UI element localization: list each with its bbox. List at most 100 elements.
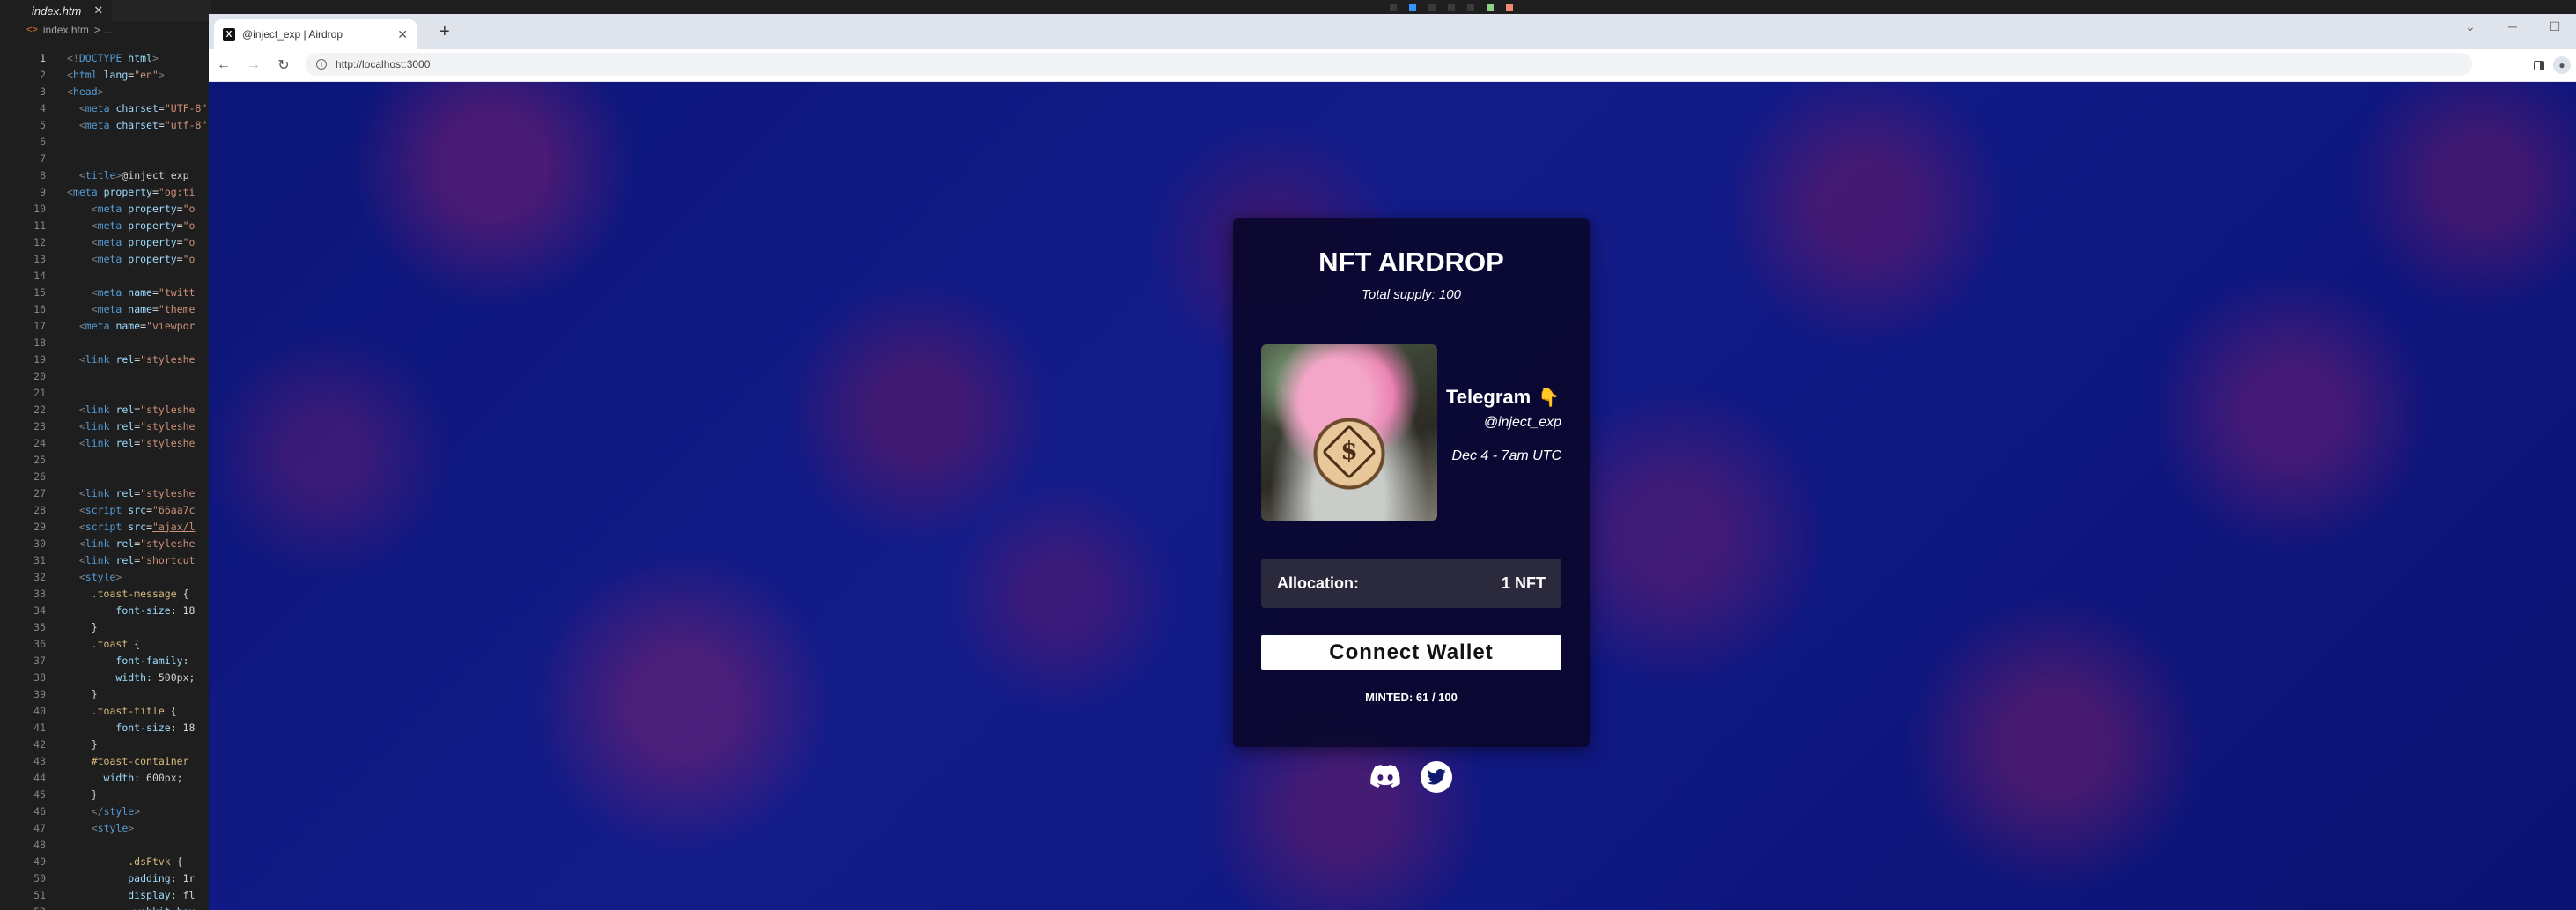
code-line[interactable]: 16 <meta name="theme bbox=[0, 300, 211, 317]
code-text: <style> bbox=[91, 821, 135, 834]
connect-wallet-button[interactable]: Connect Wallet bbox=[1261, 635, 1561, 670]
line-number: 45 bbox=[33, 788, 46, 801]
code-line[interactable]: 50 padding: 1r bbox=[0, 869, 211, 886]
code-line[interactable]: 20 bbox=[0, 367, 211, 384]
code-line[interactable]: 13 <meta property="o bbox=[0, 250, 211, 267]
step-over-icon[interactable] bbox=[1428, 3, 1436, 11]
close-icon[interactable]: ✕ bbox=[93, 4, 103, 18]
code-line[interactable]: 29 <script src="ajax/l bbox=[0, 518, 211, 535]
code-line[interactable]: 12 <meta property="o bbox=[0, 233, 211, 250]
favicon-icon: X bbox=[223, 28, 235, 41]
code-line[interactable]: 47 <style> bbox=[0, 819, 211, 836]
maximize-button[interactable]: ☐ bbox=[2534, 14, 2576, 42]
line-number: 19 bbox=[33, 352, 46, 366]
code-line[interactable]: 4 <meta charset="UTF-8" bbox=[0, 100, 211, 116]
code-line[interactable]: 43 #toast-container bbox=[0, 752, 211, 769]
code-line[interactable]: 40 .toast-title { bbox=[0, 702, 211, 719]
code-editor: index.htm ✕ <> index.htm > ... 1 <!DOCTYP… bbox=[0, 0, 211, 910]
stop-icon[interactable] bbox=[1506, 3, 1513, 11]
forward-button[interactable]: → bbox=[239, 57, 269, 73]
allocation-value: 1 NFT bbox=[1501, 573, 1546, 592]
code-line[interactable]: 26 bbox=[0, 468, 211, 485]
page-content: NFT AIRDROP Total supply: 100 $ Telegram… bbox=[209, 82, 2576, 910]
code-line[interactable]: 15 <meta name="twitt bbox=[0, 284, 211, 300]
minted-count: MINTED: 61 / 100 bbox=[1365, 691, 1458, 704]
code-line[interactable]: 27 <link rel="styleshe bbox=[0, 485, 211, 501]
code-line[interactable]: 3 <head> bbox=[0, 83, 211, 100]
code-line[interactable]: 44 width: 600px; bbox=[0, 769, 211, 786]
code-line[interactable]: 2 <html lang="en"> bbox=[0, 66, 211, 83]
code-line[interactable]: 25 bbox=[0, 451, 211, 468]
restart-icon[interactable] bbox=[1487, 3, 1494, 11]
line-number: 28 bbox=[33, 503, 46, 516]
code-line[interactable]: 11 <meta property="o bbox=[0, 217, 211, 233]
code-line[interactable]: 8 <title>@inject_exp bbox=[0, 166, 211, 183]
code-line[interactable]: 39 } bbox=[0, 685, 211, 702]
chevron-down-icon[interactable]: ⌄ bbox=[2449, 14, 2491, 42]
code-line[interactable]: 48 bbox=[0, 836, 211, 853]
code-line[interactable]: 31 <link rel="shortcut bbox=[0, 551, 211, 568]
code-line[interactable]: 1 <!DOCTYPE html> bbox=[0, 49, 211, 66]
code-line[interactable]: 17 <meta name="viewpor bbox=[0, 317, 211, 334]
breadcrumb-file[interactable]: index.htm bbox=[43, 24, 89, 36]
code-line[interactable]: 38 width: 500px; bbox=[0, 669, 211, 685]
code-line[interactable]: 45 } bbox=[0, 786, 211, 803]
code-line[interactable]: 32 <style> bbox=[0, 568, 211, 585]
line-number: 15 bbox=[33, 285, 46, 299]
line-number: 24 bbox=[33, 436, 46, 449]
minimize-button[interactable]: ─ bbox=[2491, 14, 2534, 42]
code-area[interactable]: 1 <!DOCTYPE html> 2 <html lang="en"> 3 <head>… bbox=[0, 49, 211, 910]
address-bar[interactable]: i http://localhost:3000 bbox=[306, 53, 2472, 76]
code-line[interactable]: 22 <link rel="styleshe bbox=[0, 401, 211, 418]
code-text: .toast-title { bbox=[91, 704, 177, 717]
telegram-heading: Telegram 👇 bbox=[1446, 386, 1560, 409]
code-line[interactable]: 14 bbox=[0, 267, 211, 284]
editor-tab[interactable]: index.htm ✕ bbox=[0, 0, 113, 21]
code-line[interactable]: 52 -webkit-box bbox=[0, 903, 211, 910]
code-line[interactable]: 46 </style> bbox=[0, 803, 211, 819]
pause-icon[interactable] bbox=[1409, 3, 1416, 11]
code-line[interactable]: 23 <link rel="styleshe bbox=[0, 418, 211, 434]
back-button[interactable]: ← bbox=[209, 57, 239, 73]
twitter-icon[interactable] bbox=[1421, 761, 1452, 793]
new-tab-button[interactable]: + bbox=[439, 23, 450, 41]
drag-handle-icon[interactable] bbox=[1390, 3, 1397, 11]
reload-button[interactable]: ↻ bbox=[269, 56, 299, 74]
discord-icon[interactable] bbox=[1369, 761, 1401, 791]
line-number: 30 bbox=[33, 536, 46, 550]
code-line[interactable]: 18 bbox=[0, 334, 211, 351]
code-line[interactable]: 42 } bbox=[0, 736, 211, 752]
code-line[interactable]: 37 font-family: bbox=[0, 652, 211, 669]
code-line[interactable]: 34 font-size: 18 bbox=[0, 602, 211, 618]
url-text[interactable]: http://localhost:3000 bbox=[336, 58, 430, 70]
code-line[interactable]: 41 font-size: 18 bbox=[0, 719, 211, 736]
code-text: } bbox=[67, 788, 98, 801]
side-panel-icon[interactable] bbox=[2534, 60, 2544, 70]
close-icon[interactable]: ✕ bbox=[397, 27, 408, 42]
code-line[interactable]: 35 } bbox=[0, 618, 211, 635]
code-line[interactable]: 10 <meta property="o bbox=[0, 200, 211, 217]
code-line[interactable]: 49 .dsFtvk { bbox=[0, 853, 211, 869]
profile-icon[interactable]: ● bbox=[2553, 56, 2571, 74]
line-number: 48 bbox=[33, 838, 46, 851]
code-text: -webkit-box bbox=[67, 906, 195, 910]
code-line[interactable]: 19 <link rel="styleshe bbox=[0, 351, 211, 367]
code-line[interactable]: 30 <link rel="styleshe bbox=[0, 535, 211, 551]
code-line[interactable]: 33 .toast-message { bbox=[0, 585, 211, 602]
window-controls: ⌄ ─ ☐ bbox=[2449, 14, 2576, 42]
code-line[interactable]: 36 .toast { bbox=[0, 635, 211, 652]
code-line[interactable]: 5 <meta charset="utf-8" bbox=[0, 116, 211, 133]
step-into-icon[interactable] bbox=[1448, 3, 1455, 11]
code-line[interactable]: 28 <script src="66aa7c bbox=[0, 501, 211, 518]
code-line[interactable]: 24 <link rel="styleshe bbox=[0, 434, 211, 451]
code-line[interactable]: 21 bbox=[0, 384, 211, 401]
info-icon[interactable]: i bbox=[316, 59, 327, 70]
code-line[interactable]: 9 <meta property="og:ti bbox=[0, 183, 211, 200]
page-title: NFT AIRDROP bbox=[1318, 247, 1504, 277]
code-line[interactable]: 51 display: fl bbox=[0, 886, 211, 903]
step-out-icon[interactable] bbox=[1467, 3, 1474, 11]
code-line[interactable]: 6 bbox=[0, 133, 211, 150]
browser-tab[interactable]: X @inject_exp | Airdrop ✕ bbox=[214, 19, 417, 49]
code-line[interactable]: 7 bbox=[0, 150, 211, 166]
code-text: <meta property="o bbox=[91, 235, 196, 248]
